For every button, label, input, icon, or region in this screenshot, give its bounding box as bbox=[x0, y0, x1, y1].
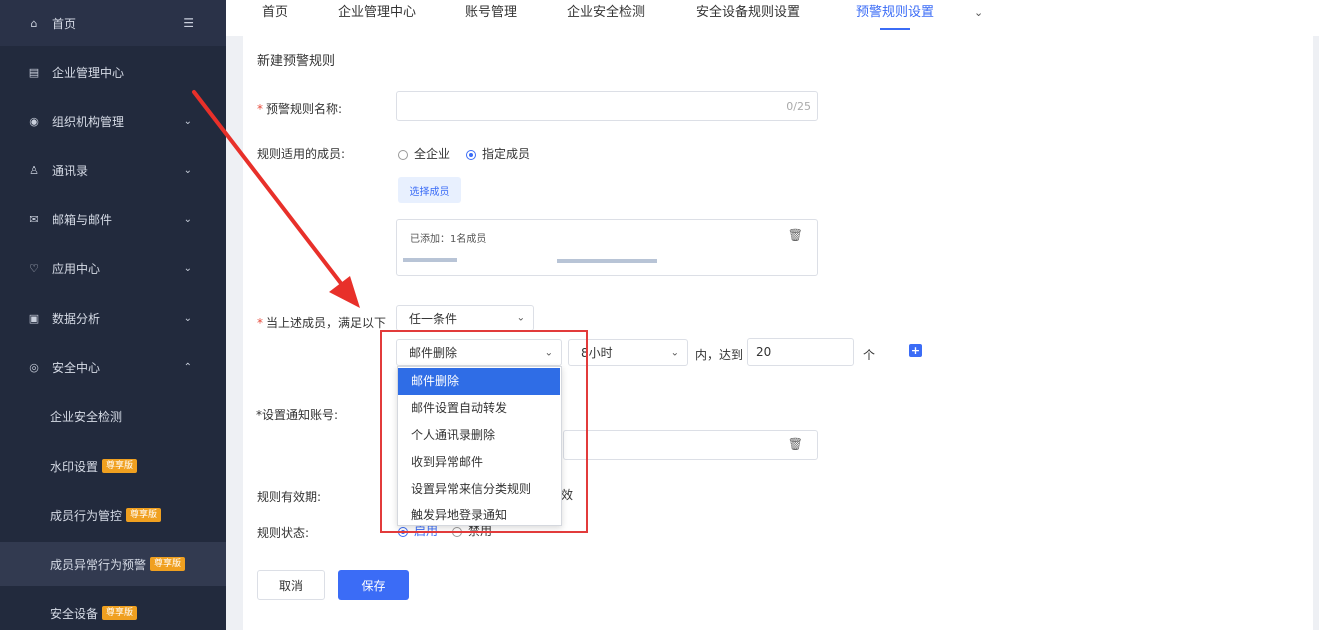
arrow-shaft bbox=[192, 90, 345, 288]
arrow-head bbox=[329, 276, 360, 308]
annotation-arrow bbox=[192, 90, 360, 308]
